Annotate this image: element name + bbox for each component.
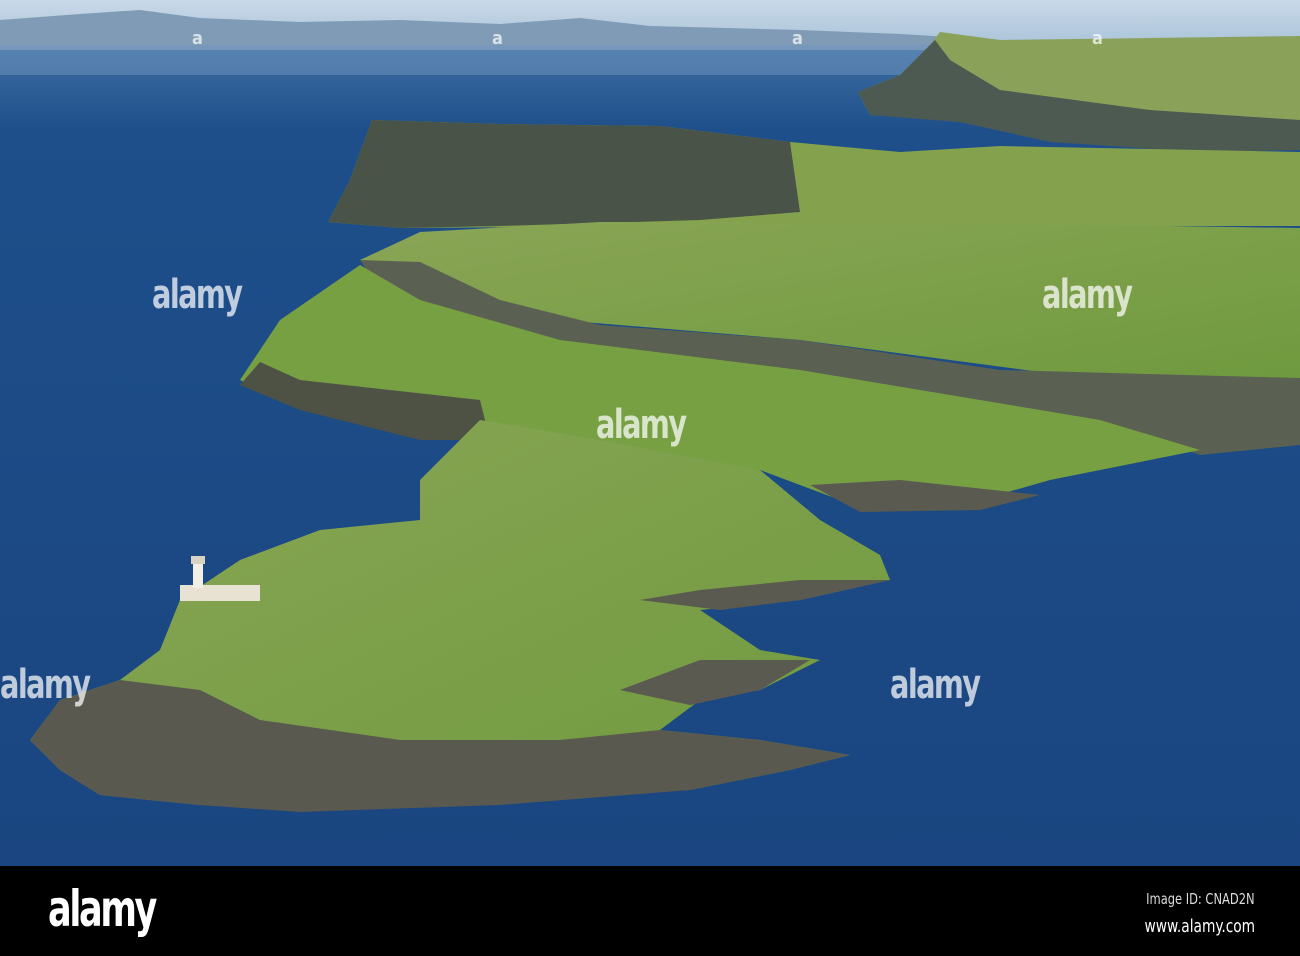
stock-photo-page: a a a a alamy alamy alamy alamy alamy al…: [0, 0, 1300, 956]
watermark: a: [492, 28, 503, 49]
image-id: Image ID: CNAD2N: [1146, 890, 1255, 908]
alamy-logo: alamy: [48, 880, 157, 938]
website-link[interactable]: www.alamy.com: [1144, 916, 1255, 937]
watermark: alamy: [1042, 272, 1133, 318]
watermark: alamy: [890, 662, 981, 708]
watermark: alamy: [0, 662, 91, 708]
watermark: a: [1092, 28, 1103, 49]
watermark: a: [192, 28, 203, 49]
watermark: a: [792, 28, 803, 49]
footer-bar: alamy Image ID: CNAD2N www.alamy.com: [0, 866, 1300, 956]
watermark: alamy: [152, 272, 243, 318]
watermark: alamy: [596, 402, 687, 448]
